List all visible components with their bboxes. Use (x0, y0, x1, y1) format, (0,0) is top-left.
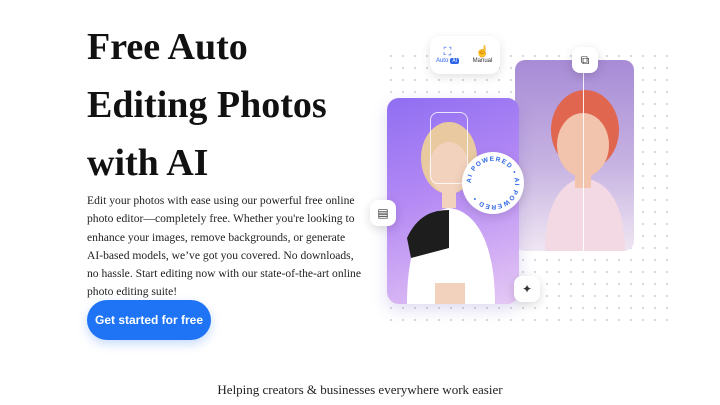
manual-mode-label: Manual (472, 58, 493, 64)
hand-icon: ☝ (475, 46, 490, 58)
get-started-button[interactable]: Get started for free (87, 300, 211, 340)
landing-page: Free Auto Editing Photos with AI Edit yo… (0, 0, 720, 405)
ai-powered-ring-text: AI POWERED • AI POWERED • (466, 156, 519, 210)
hero-title: Free Auto Editing Photos with AI (87, 18, 387, 192)
hero-title-line-2: Editing Photos (87, 84, 327, 126)
portrait-red-hair-illustration (545, 90, 625, 251)
hero-description: Edit your photos with ease using our pow… (87, 194, 361, 299)
tagline: Helping creators & businesses everywhere… (217, 382, 503, 397)
hero-title-line-3: with AI (87, 142, 209, 184)
portrait-photo-right (515, 60, 634, 251)
edit-mode-toolbar: ⛶ Auto AI ☝ Manual (430, 36, 500, 74)
auto-mode-button[interactable]: ⛶ Auto AI (430, 36, 465, 74)
magic-wand-icon: ✦ (521, 282, 533, 296)
scan-icon: ⛶ (443, 46, 452, 58)
auto-mode-label: Auto (435, 58, 449, 64)
svg-text:AI POWERED • AI POWERED •: AI POWERED • AI POWERED • (466, 156, 520, 210)
ai-powered-badge: AI POWERED • AI POWERED • (462, 152, 524, 214)
ai-badge: AI (450, 58, 460, 64)
crop-icon: ⧉ (580, 52, 590, 67)
hero-title-line-1: Free Auto (87, 26, 248, 68)
ai-powered-ring: AI POWERED • AI POWERED • (466, 156, 520, 210)
manual-mode-button[interactable]: ☝ Manual (465, 36, 500, 74)
layers-icon: ▤ (377, 206, 389, 220)
layers-button[interactable]: ▤ (370, 200, 396, 226)
auto-mode-label-wrap: Auto AI (435, 58, 460, 64)
before-after-split-line[interactable] (583, 60, 584, 251)
crop-button[interactable]: ⧉ (572, 47, 598, 73)
magic-wand-button[interactable]: ✦ (514, 276, 540, 302)
